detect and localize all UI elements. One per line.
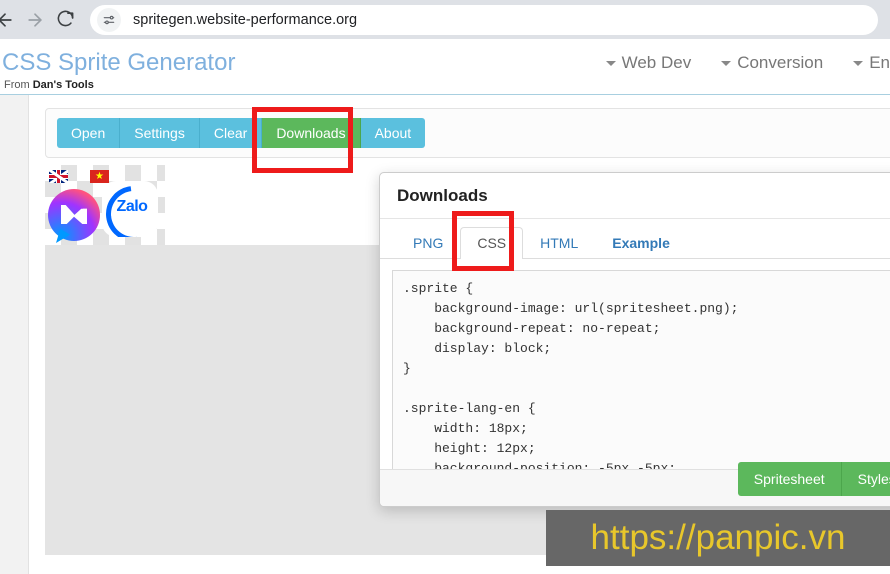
page-subtitle: From Dan's Tools — [4, 79, 94, 91]
dialog-tabs: PNG CSS HTML Example — [380, 219, 890, 259]
uk-flag-sprite[interactable] — [49, 170, 68, 183]
nav-item-encoding[interactable]: En — [853, 53, 890, 73]
nav-label: Conversion — [737, 53, 824, 72]
chevron-down-icon — [605, 60, 616, 66]
back-arrow-icon[interactable] — [0, 5, 20, 35]
zalo-label: Zalo — [116, 198, 148, 215]
site-settings-icon[interactable] — [97, 7, 121, 32]
zalo-logo-sprite[interactable]: Zalo — [102, 181, 158, 237]
dialog-header: Downloads — [380, 173, 890, 219]
vietnam-flag-sprite[interactable]: ★ — [90, 170, 109, 183]
site-header: CSS Sprite Generator From Dan's Tools We… — [0, 39, 890, 95]
forward-arrow-icon[interactable] — [20, 5, 50, 35]
nav-label: Web Dev — [621, 53, 692, 72]
download-button-group: Spritesheet Stylesheet — [737, 462, 890, 496]
reload-icon[interactable] — [50, 5, 80, 35]
app-toolbar-panel: Open Settings Clear Downloads About — [45, 108, 890, 158]
watermark-overlay: https://panpic.vn — [546, 510, 890, 566]
toolbar-button-group: Open Settings Clear Downloads About — [57, 118, 426, 148]
dialog-footer: Spritesheet Stylesheet — [380, 462, 890, 506]
downloads-button[interactable]: Downloads — [262, 118, 361, 148]
dialog-title: Downloads — [397, 185, 488, 205]
subtitle-prefix: From — [4, 79, 33, 91]
chevron-down-icon — [721, 60, 732, 66]
address-bar[interactable]: spritegen.website-performance.org — [90, 4, 878, 35]
top-navigation: Web Dev Conversion En — [605, 53, 890, 73]
download-spritesheet-button[interactable]: Spritesheet — [737, 462, 842, 496]
tab-html[interactable]: HTML — [523, 227, 595, 259]
tab-example[interactable]: Example — [595, 227, 687, 259]
page-title: CSS Sprite Generator — [2, 49, 236, 76]
nav-item-conversion[interactable]: Conversion — [721, 53, 823, 73]
nav-label: En — [869, 53, 890, 72]
open-button[interactable]: Open — [57, 118, 121, 148]
tab-css[interactable]: CSS — [460, 227, 524, 259]
subtitle-brand: Dan's Tools — [32, 79, 94, 91]
settings-button[interactable]: Settings — [120, 118, 200, 148]
css-code-text: .sprite { background-image: url(spritesh… — [403, 281, 739, 472]
left-gutter — [0, 95, 29, 574]
url-text: spritegen.website-performance.org — [133, 11, 358, 28]
about-button[interactable]: About — [360, 118, 426, 148]
messenger-logo-sprite[interactable] — [48, 189, 100, 243]
browser-toolbar: spritegen.website-performance.org — [0, 0, 890, 39]
clear-button[interactable]: Clear — [199, 118, 263, 148]
watermark-text: https://panpic.vn — [590, 518, 846, 557]
sprite-preview-canvas[interactable]: ★ Zalo — [45, 165, 165, 245]
download-stylesheet-button[interactable]: Stylesheet — [841, 462, 890, 496]
star-icon: ★ — [95, 170, 104, 182]
code-output-area[interactable]: .sprite { background-image: url(spritesh… — [392, 270, 890, 472]
chevron-down-icon — [853, 60, 864, 66]
nav-item-web-dev[interactable]: Web Dev — [605, 53, 692, 73]
tab-png[interactable]: PNG — [396, 227, 460, 259]
downloads-dialog: Downloads PNG CSS HTML Example .sprite {… — [379, 172, 890, 507]
